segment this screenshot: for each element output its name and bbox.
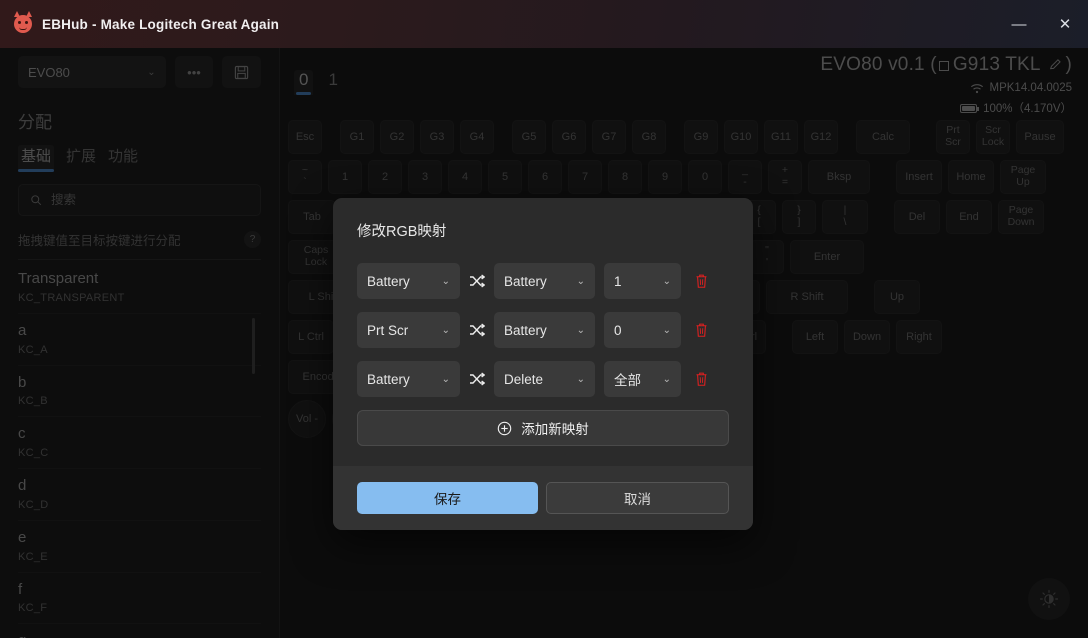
mapping-index-value: 1 [614, 274, 622, 289]
mapping-index-value: 全部 [614, 369, 641, 389]
delete-mapping-button[interactable] [690, 273, 709, 289]
devil-face-icon [14, 15, 32, 33]
chevron-down-icon: ⌄ [657, 325, 671, 336]
chevron-down-icon: ⌄ [571, 276, 585, 287]
dialog-body: 修改RGB映射 Battery ⌄ Battery ⌄ 1 [333, 198, 753, 466]
app-window: EBHub - Make Logitech Great Again — ✕ EV… [0, 0, 1088, 638]
mapping-target-select[interactable]: Battery ⌄ [494, 312, 595, 348]
mapping-target-value: Delete [504, 372, 543, 387]
mapping-source-select[interactable]: Prt Scr ⌄ [357, 312, 460, 348]
mapping-source-value: Battery [367, 274, 410, 289]
mapping-target-select[interactable]: Battery ⌄ [494, 263, 595, 299]
window-controls: — ✕ [996, 0, 1088, 48]
mapping-target-value: Battery [504, 274, 547, 289]
table-row: Battery ⌄ Battery ⌄ 1 ⌄ [357, 263, 729, 299]
table-row: Prt Scr ⌄ Battery ⌄ 0 ⌄ [357, 312, 729, 348]
title-bar-left: EBHub - Make Logitech Great Again [0, 15, 279, 33]
chevron-down-icon: ⌄ [571, 325, 585, 336]
trash-icon [694, 273, 709, 289]
mapping-source-value: Prt Scr [367, 323, 408, 338]
trash-icon [694, 322, 709, 338]
mapping-target-value: Battery [504, 323, 547, 338]
add-mapping-button[interactable]: 添加新映射 [357, 410, 729, 446]
shuffle-icon [469, 323, 485, 337]
chevron-down-icon: ⌄ [436, 276, 450, 287]
rgb-mapping-dialog: 修改RGB映射 Battery ⌄ Battery ⌄ 1 [333, 198, 753, 530]
add-mapping-label: 添加新映射 [521, 418, 589, 438]
mapping-source-select[interactable]: Battery ⌄ [357, 361, 460, 397]
shuffle-icon [469, 372, 485, 386]
chevron-down-icon: ⌄ [436, 325, 450, 336]
mapping-index-select[interactable]: 1 ⌄ [604, 263, 681, 299]
close-icon[interactable]: ✕ [1042, 0, 1088, 48]
window-title: EBHub - Make Logitech Great Again [42, 17, 279, 32]
title-bar: EBHub - Make Logitech Great Again — ✕ [0, 0, 1088, 48]
workspace: EVO80 ⌄ ••• 分配 基础 扩展 功能 [0, 48, 1088, 638]
delete-mapping-button[interactable] [690, 371, 709, 387]
mapping-source-value: Battery [367, 372, 410, 387]
mapping-source-select[interactable]: Battery ⌄ [357, 263, 460, 299]
mapping-target-select[interactable]: Delete ⌄ [494, 361, 595, 397]
chevron-down-icon: ⌄ [657, 374, 671, 385]
mapping-index-value: 0 [614, 323, 622, 338]
dialog-title: 修改RGB映射 [357, 220, 729, 241]
dialog-footer: 保存 取消 [333, 466, 753, 530]
mapping-index-select[interactable]: 0 ⌄ [604, 312, 681, 348]
minimize-icon[interactable]: — [996, 0, 1042, 48]
save-button[interactable]: 保存 [357, 482, 538, 514]
chevron-down-icon: ⌄ [436, 374, 450, 385]
cancel-button[interactable]: 取消 [546, 482, 729, 514]
trash-icon [694, 371, 709, 387]
mapping-index-select[interactable]: 全部 ⌄ [604, 361, 681, 397]
chevron-down-icon: ⌄ [657, 276, 671, 287]
chevron-down-icon: ⌄ [571, 374, 585, 385]
shuffle-icon [469, 274, 485, 288]
plus-circle-icon [497, 421, 512, 436]
delete-mapping-button[interactable] [690, 322, 709, 338]
table-row: Battery ⌄ Delete ⌄ 全部 ⌄ [357, 361, 729, 397]
